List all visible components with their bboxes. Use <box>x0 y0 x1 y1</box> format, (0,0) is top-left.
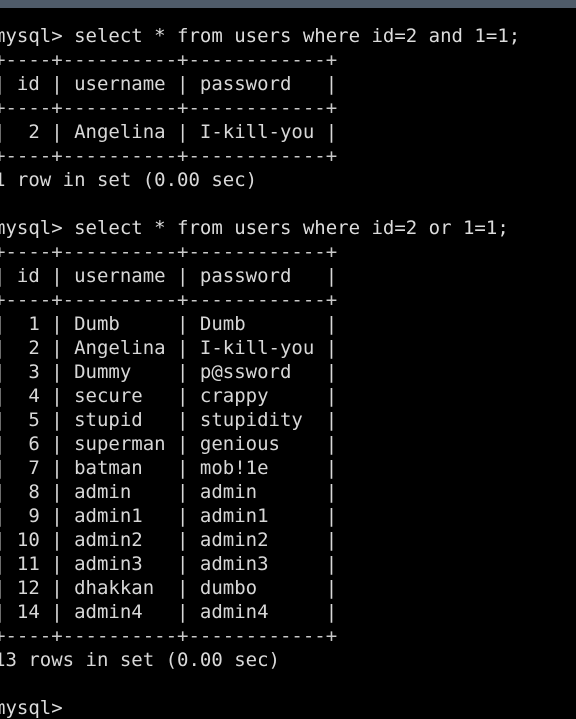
terminal-line: | 1 | Dumb | Dumb | <box>0 313 338 335</box>
terminal-line: 1 row in set (0.00 sec) <box>0 169 258 191</box>
terminal-line: | 5 | stupid | stupidity | <box>0 409 338 431</box>
terminal-line: +----+----------+------------+ <box>0 97 338 119</box>
terminal-line: +----+----------+------------+ <box>0 625 338 647</box>
terminal-line: | 7 | batman | mob!1e | <box>0 457 338 479</box>
terminal-line: | 4 | secure | crappy | <box>0 385 338 407</box>
terminal-line: mysql> select * from users where id=2 or… <box>0 217 509 239</box>
terminal-line: | 2 | Angelina | I-kill-you | <box>0 337 338 359</box>
window-titlebar <box>0 0 576 8</box>
terminal-line: | id | username | password | <box>0 265 338 287</box>
terminal-line: | 9 | admin1 | admin1 | <box>0 505 338 527</box>
terminal-window: mysql> select * from users where id=2 an… <box>0 0 576 719</box>
terminal-line: +----+----------+------------+ <box>0 49 338 71</box>
terminal-line: +----+----------+------------+ <box>0 241 338 263</box>
terminal-line: | 12 | dhakkan | dumbo | <box>0 577 338 599</box>
terminal-line: | 2 | Angelina | I-kill-you | <box>0 121 338 143</box>
terminal-output-area[interactable]: mysql> select * from users where id=2 an… <box>0 8 576 719</box>
terminal-line: | id | username | password | <box>0 73 338 95</box>
terminal-line: | 6 | superman | genious | <box>0 433 338 455</box>
terminal-line: +----+----------+------------+ <box>0 289 338 311</box>
terminal-line: | 11 | admin3 | admin3 | <box>0 553 338 575</box>
terminal-line: | 8 | admin | admin | <box>0 481 338 503</box>
terminal-line: mysql> <box>0 697 63 719</box>
terminal-line: | 3 | Dummy | p@ssword | <box>0 361 338 383</box>
terminal-line: | 10 | admin2 | admin2 | <box>0 529 338 551</box>
terminal-line: +----+----------+------------+ <box>0 145 338 167</box>
terminal-line: mysql> select * from users where id=2 an… <box>0 25 521 47</box>
terminal-line: 13 rows in set (0.00 sec) <box>0 649 280 671</box>
terminal-line: | 14 | admin4 | admin4 | <box>0 601 338 623</box>
